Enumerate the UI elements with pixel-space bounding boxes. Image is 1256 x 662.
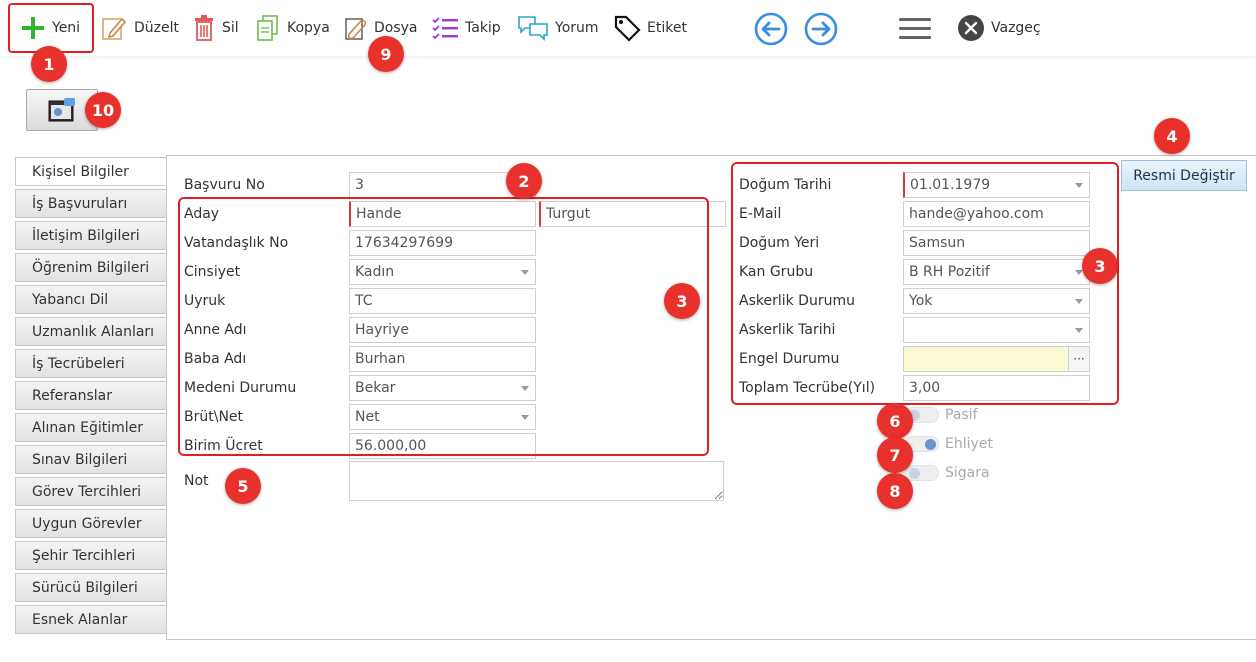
tab-flexible-fields[interactable]: Esnek Alanlar <box>15 605 167 634</box>
new-button-label: Yeni <box>52 20 81 36</box>
comment-button[interactable]: Yorum <box>517 10 599 46</box>
passive-toggle-label: Pasif <box>945 407 978 423</box>
arrow-left-icon[interactable] <box>754 12 788 46</box>
license-toggle-label: Ehliyet <box>945 436 993 452</box>
arrow-right-icon[interactable] <box>804 12 838 46</box>
callout-badge: 4 <box>1154 118 1190 154</box>
follow-button-label: Takip <box>465 20 501 36</box>
callout-badge: 6 <box>877 403 913 439</box>
callout-badge: 5 <box>225 468 261 504</box>
tab-contact-info[interactable]: İletişim Bilgileri <box>15 221 167 250</box>
tab-city-preferences[interactable]: Şehir Tercihleri <box>15 541 167 570</box>
copy-icon <box>257 15 278 41</box>
trash-icon <box>195 15 213 41</box>
tab-work-experience[interactable]: İş Tecrübeleri <box>15 349 167 378</box>
file-button-label: Dosya <box>374 20 418 36</box>
close-icon <box>958 15 984 41</box>
tab-trainings[interactable]: Alınan Eğitimler <box>15 413 167 442</box>
comment-button-label: Yorum <box>555 20 599 36</box>
note-label: Not <box>184 473 209 489</box>
license-toggle[interactable]: Ehliyet <box>905 436 993 452</box>
callout-badge: 2 <box>506 163 542 199</box>
passive-toggle[interactable]: Pasif <box>905 407 978 423</box>
cancel-button[interactable]: Vazgeç <box>957 10 1041 46</box>
tab-duty-preferences[interactable]: Görev Tercihleri <box>15 477 167 506</box>
smoking-toggle-label: Sigara <box>945 465 990 481</box>
hamburger-icon[interactable] <box>899 18 931 40</box>
paperclip-icon <box>345 18 367 40</box>
tab-education[interactable]: Öğrenim Bilgileri <box>15 253 167 282</box>
pencil-icon <box>102 17 127 40</box>
copy-button-label: Kopya <box>287 20 330 36</box>
callout-badge: 3 <box>664 283 700 319</box>
annotation-box-left-form <box>178 197 709 456</box>
tab-expertise[interactable]: Uzmanlık Alanları <box>15 317 167 346</box>
tab-driver-info[interactable]: Sürücü Bilgileri <box>15 573 167 602</box>
license-toggle-knob <box>925 439 936 450</box>
tab-exams[interactable]: Sınav Bilgileri <box>15 445 167 474</box>
callout-badge: 1 <box>31 46 67 82</box>
plus-icon <box>22 17 44 39</box>
smoking-toggle-track <box>905 465 939 481</box>
tab-references[interactable]: Referanslar <box>15 381 167 410</box>
follow-button[interactable]: Takip <box>431 10 501 46</box>
copy-button[interactable]: Kopya <box>255 10 330 46</box>
tag-button-label: Etiket <box>647 20 687 36</box>
chat-icon <box>518 16 548 41</box>
change-photo-button[interactable]: Resmi Değiştir <box>1121 160 1247 191</box>
delete-button[interactable]: Sil <box>192 10 239 46</box>
callout-badge: 8 <box>877 473 913 509</box>
tab-personal-info[interactable]: Kişisel Bilgiler <box>15 157 167 186</box>
tag-icon <box>614 15 641 42</box>
tab-list: Kişisel Bilgiler İş Başvuruları İletişim… <box>15 157 167 637</box>
tab-job-applications[interactable]: İş Başvuruları <box>15 189 167 218</box>
annotation-box-right-form <box>731 162 1119 405</box>
smoking-toggle[interactable]: Sigara <box>905 465 990 481</box>
tab-foreign-language[interactable]: Yabancı Dil <box>15 285 167 314</box>
delete-button-label: Sil <box>222 20 239 36</box>
gear-window-icon <box>48 98 75 122</box>
smoking-toggle-knob <box>909 468 920 479</box>
edit-button[interactable]: Düzelt <box>100 10 179 46</box>
cancel-button-label: Vazgeç <box>991 20 1041 36</box>
edit-button-label: Düzelt <box>134 20 179 36</box>
tag-button[interactable]: Etiket <box>613 10 687 46</box>
callout-badge: 3 <box>1082 248 1118 284</box>
application-no-label: Başvuru No <box>184 177 265 193</box>
tab-suitable-duties[interactable]: Uygun Görevler <box>15 509 167 538</box>
callout-badge: 10 <box>85 92 121 128</box>
callout-badge: 9 <box>368 36 404 72</box>
toolbar: Yeni Düzelt Sil Kopya Dosya Takip Yorum … <box>0 0 1256 56</box>
note-textarea[interactable] <box>349 461 724 501</box>
callout-badge: 7 <box>877 437 913 473</box>
checklist-icon <box>432 17 458 40</box>
